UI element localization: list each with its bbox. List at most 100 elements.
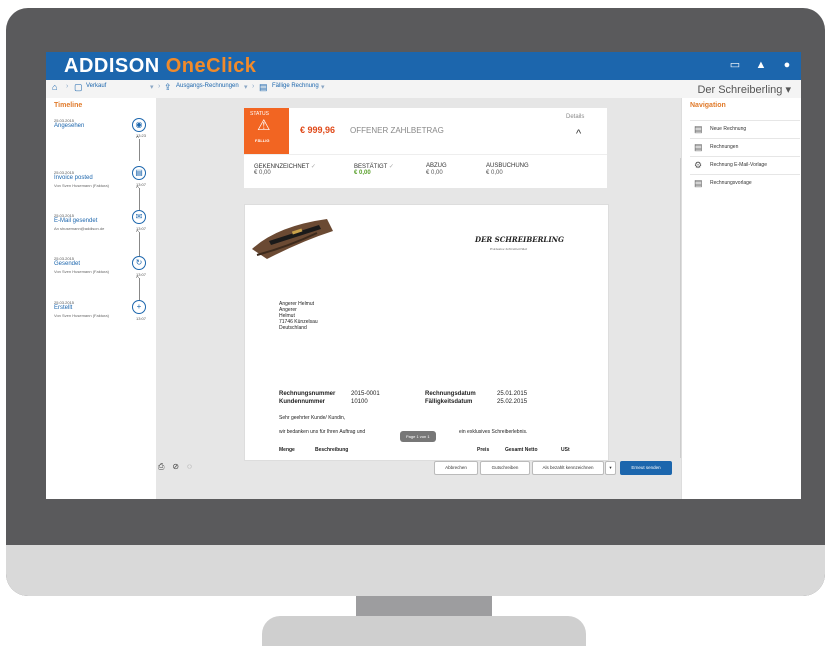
navigation-panel: Navigation ▤ Neue Rechnung ▤ Rechnungen … (681, 98, 801, 499)
timeline-title: Timeline (54, 102, 83, 109)
timeline-connector (139, 232, 140, 256)
timeline-event-subtitle: Von Sven Husemann (Faktura) (54, 269, 109, 274)
action-bar: ⎙ ⊘ ◌ Abbrechen Gutschreiben Als bezahlt… (156, 460, 681, 475)
timeline-connector (139, 278, 140, 302)
address-line: Deutschland (279, 325, 307, 331)
chevron-down-icon[interactable]: ▾ (244, 83, 248, 91)
eye-icon: ◉ (132, 118, 146, 132)
payment-metrics: GEKENNZEICHNET ✓ € 0,00 BESTÄTIGT ✓ € 0,… (244, 154, 607, 188)
arrow-up-icon: ^ (136, 136, 139, 142)
nav-item-invoices[interactable]: ▤ Rechnungen (690, 138, 800, 155)
due-date: 25.02.2015 (497, 399, 528, 405)
status-due: FÄLLIG (255, 138, 270, 143)
mark-paid-button[interactable]: Als bezahlt kennzeichnen (532, 461, 604, 475)
nav-item-label: Rechnungen (710, 144, 739, 150)
document-icon: ▤ (259, 82, 268, 92)
status-card: STATUS ⚠ FÄLLIG € 999,96 OFFENER ZAHLBET… (244, 108, 607, 154)
nav-item-label: Rechnung E-Mail-Vorlage (710, 162, 767, 168)
due-date-label: Fälligkeitsdatum (425, 399, 473, 405)
timeline-event-title[interactable]: Invoice posted (54, 175, 93, 181)
metric-value: € 0,00 (354, 170, 371, 176)
timeline-connector (139, 139, 140, 161)
body-text-a: wir bedanken uns für Ihren Auftrag und (279, 429, 366, 435)
print-icon[interactable]: ⎙ (158, 462, 164, 472)
account-menu[interactable]: Der Schreiberling ▾ (697, 83, 791, 96)
column-header: Menge (279, 447, 295, 453)
email-template-icon: ⚙ (694, 160, 703, 170)
chevron-down-icon[interactable]: ▾ (321, 83, 325, 91)
metric-label: AUSBUCHUNG (486, 163, 529, 169)
invoice-number: 2015-0001 (351, 391, 380, 397)
chevron-down-icon[interactable]: ▾ (150, 83, 154, 91)
chevron-right-icon: › (252, 83, 255, 90)
nav-item-new-invoice[interactable]: ▤ Neue Rechnung (690, 120, 800, 137)
timeline-event-title[interactable]: Erstellt (54, 305, 72, 311)
monitor-chin (6, 545, 825, 596)
plus-icon: + (132, 300, 146, 314)
breadcrumb-faellige-rechnung[interactable]: Fällige Rechnung (272, 83, 319, 89)
timeline-event-title[interactable]: Gesendet (54, 261, 80, 267)
attachment-icon[interactable]: ⊘ (172, 462, 179, 472)
company-name: DER SCHREIBERLING (475, 235, 564, 244)
invoice-date-label: Rechnungsdatum (425, 391, 476, 397)
customer-number-label: Kundennummer (279, 399, 326, 405)
breadcrumb: ⌂ › ▢ Verkauf ▾ › ⇪ Ausgangs-Rechnungen … (46, 80, 801, 99)
timeline-event-title[interactable]: E-Mail gesendet (54, 218, 97, 224)
column-header: Preis (477, 447, 490, 453)
arrow-up-icon: ^ (136, 186, 139, 192)
metric-value: € 0,00 (486, 170, 503, 176)
chat-icon[interactable]: ▭ (729, 59, 741, 71)
resend-button[interactable]: Erneut senden (620, 461, 672, 475)
column-header: Beschreibung (315, 447, 349, 453)
breadcrumb-ausgangs-rechnungen[interactable]: Ausgangs-Rechnungen (176, 83, 239, 89)
body-text-b: ein exklusives Schreiberlebnis. (459, 429, 528, 435)
user-icon[interactable]: ● (781, 59, 793, 71)
monitor-neck (356, 596, 492, 618)
nav-item-label: Rechnungsvorlage (710, 180, 752, 186)
mark-paid-dropdown[interactable]: ▾ (605, 461, 616, 475)
chevron-up-icon[interactable]: ^ (576, 128, 581, 140)
nav-item-label: Neue Rechnung (710, 126, 747, 132)
details-label: Details (566, 114, 585, 120)
arrow-up-icon: ^ (136, 276, 139, 282)
metric-label: BESTÄTIGT ✓ (354, 164, 394, 170)
invoice-date: 25.01.2015 (497, 391, 528, 397)
cart-icon: ▢ (74, 82, 83, 92)
invoice-preview[interactable]: DER SCHREIBERLING Exklusive Schreibartik… (244, 204, 609, 461)
timeline-event-subtitle: An shusemann@addison.de (54, 226, 105, 231)
top-bar: ADDISON OneClick ▭ ▲ ● (46, 52, 801, 80)
metric-value: € 0,00 (254, 170, 271, 176)
metric-label: GEKENNZEICHNET ✓ (254, 164, 316, 170)
open-amount: € 999,96 (300, 125, 336, 135)
pen-case-image (252, 219, 333, 259)
credit-button[interactable]: Gutschreiben (480, 461, 530, 475)
bell-icon[interactable]: ▲ (755, 59, 767, 71)
nav-item-email-template[interactable]: ⚙ Rechnung E-Mail-Vorlage (690, 156, 800, 173)
column-header: Gesamt Netto (505, 447, 538, 453)
navigation-title: Navigation (690, 102, 726, 109)
app-logo[interactable]: ADDISON OneClick (64, 55, 256, 78)
main-content: STATUS ⚠ FÄLLIG € 999,96 OFFENER ZAHLBET… (156, 98, 683, 499)
cancel-button[interactable]: Abbrechen (434, 461, 478, 475)
status-badge: STATUS ⚠ FÄLLIG (244, 108, 289, 154)
home-icon[interactable]: ⌂ (52, 82, 57, 92)
timeline-event-subtitle: Von Sven Husemann (Faktura) (54, 183, 109, 188)
open-amount-label: OFFENER ZAHLBETRAG (350, 126, 444, 135)
arrow-up-icon: ^ (136, 230, 139, 236)
company-tagline: Exklusive Schreibartikel (490, 247, 528, 251)
timeline-panel: Timeline 25.03.2015 Angesehen ◉ 13:23 ^ … (46, 98, 157, 499)
timeline-time: 13:07 (136, 316, 147, 321)
page-indicator: Page 1 von 1 (400, 431, 436, 442)
nav-item-invoice-template[interactable]: ▤ Rechnungsvorlage (690, 174, 800, 191)
account-name: Der Schreiberling (697, 84, 783, 96)
timeline-event-subtitle: Von Sven Husemann (Faktura) (54, 313, 109, 318)
comment-icon[interactable]: ◌ (187, 462, 192, 472)
chevron-right-icon: › (66, 83, 69, 90)
chevron-right-icon: › (158, 83, 161, 90)
warning-icon: ⚠ (257, 117, 271, 134)
template-icon: ▤ (694, 178, 703, 188)
mail-icon: ✉ (132, 210, 146, 224)
invoice-number-label: Rechnungsnummer (279, 391, 336, 397)
breadcrumb-verkauf[interactable]: Verkauf (86, 83, 106, 89)
timeline-event-title[interactable]: Angesehen (54, 123, 84, 129)
